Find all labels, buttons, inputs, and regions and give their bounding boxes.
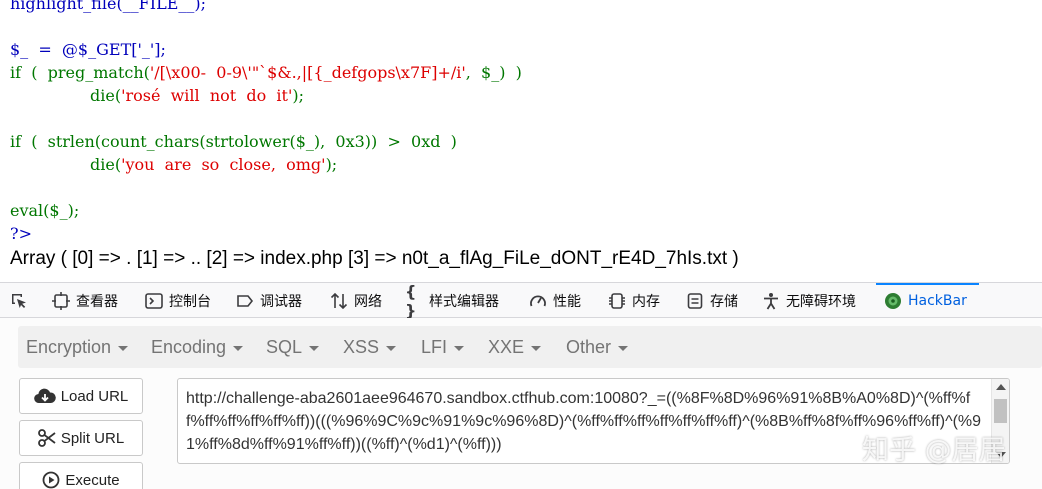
menu-label: XXE (488, 336, 525, 357)
code-line-die-2: die('you are so close, omg'); (90, 155, 337, 175)
tab-style-editor[interactable]: { } 样式编辑器 (405, 281, 499, 320)
code-text: ); (325, 155, 338, 174)
play-circle-icon (42, 471, 60, 489)
menu-lfi[interactable]: LFI (421, 326, 465, 368)
debugger-icon (236, 292, 254, 310)
tab-label: 无障碍环境 (786, 293, 856, 310)
element-picker-button[interactable] (10, 283, 34, 318)
network-icon (330, 292, 348, 310)
menu-encoding[interactable]: Encoding (151, 326, 244, 368)
execute-button[interactable]: Execute (19, 462, 143, 489)
menu-label: Other (566, 336, 612, 357)
code-string: '/[\x00- 0-9\'"`$&.,|[{_defgops\x7F]+/i' (149, 63, 466, 82)
caret-down-icon (309, 345, 320, 351)
tab-label: 内存 (632, 293, 660, 310)
tab-performance[interactable]: 性能 (529, 283, 581, 318)
memory-icon (608, 292, 626, 310)
code-text: die( (90, 155, 122, 174)
menu-encryption[interactable]: Encryption (26, 326, 129, 368)
code-line-highlight: highlight_file(__FILE__); (10, 0, 206, 14)
code-text: ); (292, 86, 304, 105)
code-line-strlen: if ( strlen(count_chars(strtolower($_), … (10, 132, 457, 152)
code-text: , $_) ) (465, 63, 522, 82)
tab-label: 存储 (710, 293, 738, 310)
tab-debugger[interactable]: 调试器 (236, 283, 302, 318)
menu-sql[interactable]: SQL (266, 326, 320, 368)
scroll-up-icon[interactable] (996, 384, 1006, 390)
tab-console[interactable]: 控制台 (145, 283, 211, 318)
accessibility-icon (762, 292, 780, 310)
tab-label: HackBar (908, 292, 967, 309)
code-string: 'rosé will not do it' (121, 86, 293, 105)
code-line-preg-match: if ( preg_match('/[\x00- 0-9\'"`$&.,|[{_… (10, 63, 522, 83)
tab-label: 性能 (553, 293, 581, 310)
element-picker-icon (10, 292, 28, 310)
tab-memory[interactable]: 内存 (608, 283, 660, 318)
inspector-icon (52, 291, 70, 310)
tab-accessibility[interactable]: 无障碍环境 (762, 283, 856, 318)
code-line-die-1: die('rosé will not do it'); (90, 86, 304, 106)
menu-label: Encoding (151, 336, 227, 357)
style-editor-icon: { } (405, 281, 417, 320)
code-line-get: $_ = @$_GET['_']; (10, 40, 166, 60)
tab-label: 控制台 (169, 293, 211, 310)
menu-label: LFI (421, 336, 448, 357)
scroll-thumb[interactable] (994, 399, 1007, 423)
caret-down-icon (233, 345, 244, 351)
menu-xxe[interactable]: XXE (488, 326, 542, 368)
button-label: Load URL (60, 387, 129, 405)
code-text: die( (90, 86, 122, 105)
code-text: eval($_); (10, 201, 80, 220)
button-label: Split URL (60, 429, 125, 447)
tab-storage[interactable]: 存储 (686, 283, 738, 318)
source-code-view: highlight_file(__FILE__); $_ = @$_GET['_… (0, 0, 1042, 282)
tab-label: 网络 (354, 293, 382, 310)
hackbar-menu-bar: Encryption Encoding SQL XSS LFI XXE Othe… (18, 326, 1042, 368)
code-text: ?> (10, 224, 32, 243)
caret-down-icon (454, 345, 465, 351)
menu-label: XSS (343, 336, 380, 357)
devtools-toolbar: 查看器 控制台 调试器 网络 { } 样式编辑器 性能 内存 存储 无障碍环境 … (0, 281, 1042, 320)
watermark: 知乎 @居居 (862, 435, 1006, 466)
page-output: Array ( [0] => . [1] => .. [2] => index.… (10, 248, 739, 269)
button-label: Execute (65, 471, 120, 489)
tab-network[interactable]: 网络 (330, 283, 382, 318)
tab-hackbar[interactable]: HackBar (876, 283, 979, 318)
performance-icon (529, 292, 547, 310)
caret-down-icon (531, 345, 542, 351)
code-text: if ( preg_match( (10, 63, 150, 82)
code-text: highlight_file(__FILE__); (10, 0, 207, 13)
code-text: $_ = @$_GET['_']; (10, 40, 166, 59)
tab-inspector[interactable]: 查看器 (52, 283, 118, 318)
load-url-button[interactable]: Load URL (19, 378, 143, 414)
split-url-button[interactable]: Split URL (19, 420, 143, 456)
code-string: 'you are so close, omg' (121, 155, 326, 174)
cloud-download-icon (33, 388, 56, 404)
tab-label: 调试器 (260, 293, 302, 310)
hackbar-icon (884, 292, 902, 310)
menu-xss[interactable]: XSS (343, 326, 397, 368)
caret-down-icon (118, 345, 129, 351)
storage-icon (686, 292, 704, 310)
menu-label: SQL (266, 336, 303, 357)
code-line-eval: eval($_); (10, 201, 79, 221)
console-icon (145, 292, 163, 310)
caret-down-icon (618, 345, 629, 351)
menu-label: Encryption (26, 336, 112, 357)
scissors-icon (37, 429, 56, 447)
menu-other[interactable]: Other (566, 326, 629, 368)
code-line-close-tag: ?> (10, 224, 32, 244)
code-text: if ( strlen(count_chars(strtolower($_), … (10, 132, 457, 151)
tab-label: 查看器 (76, 293, 118, 310)
caret-down-icon (386, 345, 397, 351)
tab-label: 样式编辑器 (429, 293, 499, 310)
